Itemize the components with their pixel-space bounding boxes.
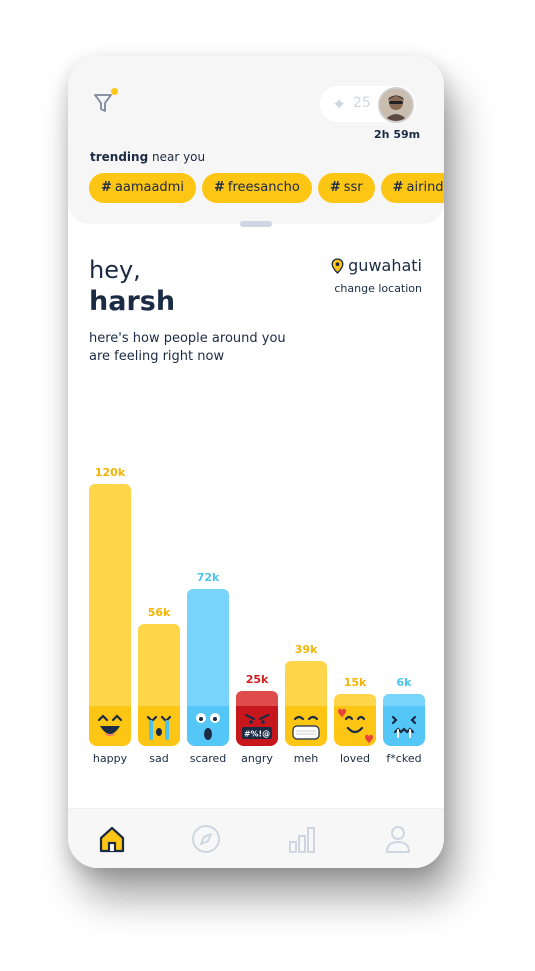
nav-stats[interactable] [286,823,318,855]
freezing-face-icon [383,706,425,746]
scared-face-icon [187,706,229,746]
change-location-link[interactable]: change location [334,282,422,295]
top-panel: ✦ 25 2h 59m trending near you # aamaadmi #… [68,56,444,224]
bar-value-label: 6k [396,676,412,689]
sparkle-icon: ✦ [332,95,347,115]
drag-handle[interactable] [240,221,272,227]
mood-bar-loved[interactable] [334,694,376,746]
bar-value-label: 25k [245,673,269,686]
bar-value-label: 56k [147,606,171,619]
filter-active-dot [111,88,118,95]
mood-bar-happy[interactable] [89,484,131,746]
points-value: 25 [353,95,371,111]
avatar[interactable] [378,87,414,123]
loved-face-icon [334,706,376,746]
points-pill[interactable]: ✦ 25 [320,86,416,123]
timer-text: 2h 59m [374,128,421,141]
nav-profile[interactable] [382,823,414,855]
angry-face-icon: #%!@ [236,706,278,746]
crying-face-icon [138,706,180,746]
nav-home[interactable] [96,823,128,855]
nav-explore[interactable] [190,823,222,855]
masked-face-icon [285,706,327,746]
mood-chart: 120k happy 56k sad 72k scared #%!@ 25k angry 39k m… [68,436,444,776]
bar-category-label: f*cked [386,752,422,765]
location[interactable]: guwahati [331,256,422,275]
mood-bar-meh[interactable] [285,661,327,746]
filter-button[interactable] [92,88,118,116]
subtitle-text: here's how people around you are feeling… [89,331,286,364]
profile-icon [386,826,410,853]
home-icon [99,826,125,853]
happy-face-icon [89,706,131,746]
mood-bar-angry[interactable]: #%!@ [236,691,278,746]
mood-bar-sad[interactable] [138,624,180,746]
bar-value-label: 72k [196,571,220,584]
mood-bar-fcked[interactable] [383,694,425,746]
tag-chip[interactable]: # aamaadmi [89,173,196,203]
user-name: harsh [89,286,176,317]
location-pin-icon [331,258,344,274]
mood-bar-scared[interactable] [187,589,229,746]
bar-value-label: 120k [94,466,126,479]
bar-value-label: 39k [294,643,318,656]
bottom-nav [68,808,444,868]
svg-text:#%!@: #%!@ [244,730,270,739]
greeting-hey: hey, [89,256,141,284]
tag-chip[interactable]: #airindia [380,173,444,203]
location-name: guwahati [348,256,422,275]
tag-chip[interactable]: # freesancho [201,173,312,203]
trending-tags: #aamaadmi#freesancho#ssr#airindia [89,173,444,203]
phone-screen: ✦ 25 2h 59m trending near you # aamaadmi #… [68,56,444,868]
stats-icon [289,827,315,853]
compass-icon [192,825,220,853]
trending-label: trending near you [90,150,206,164]
tag-chip[interactable]: # ssr [317,173,375,203]
